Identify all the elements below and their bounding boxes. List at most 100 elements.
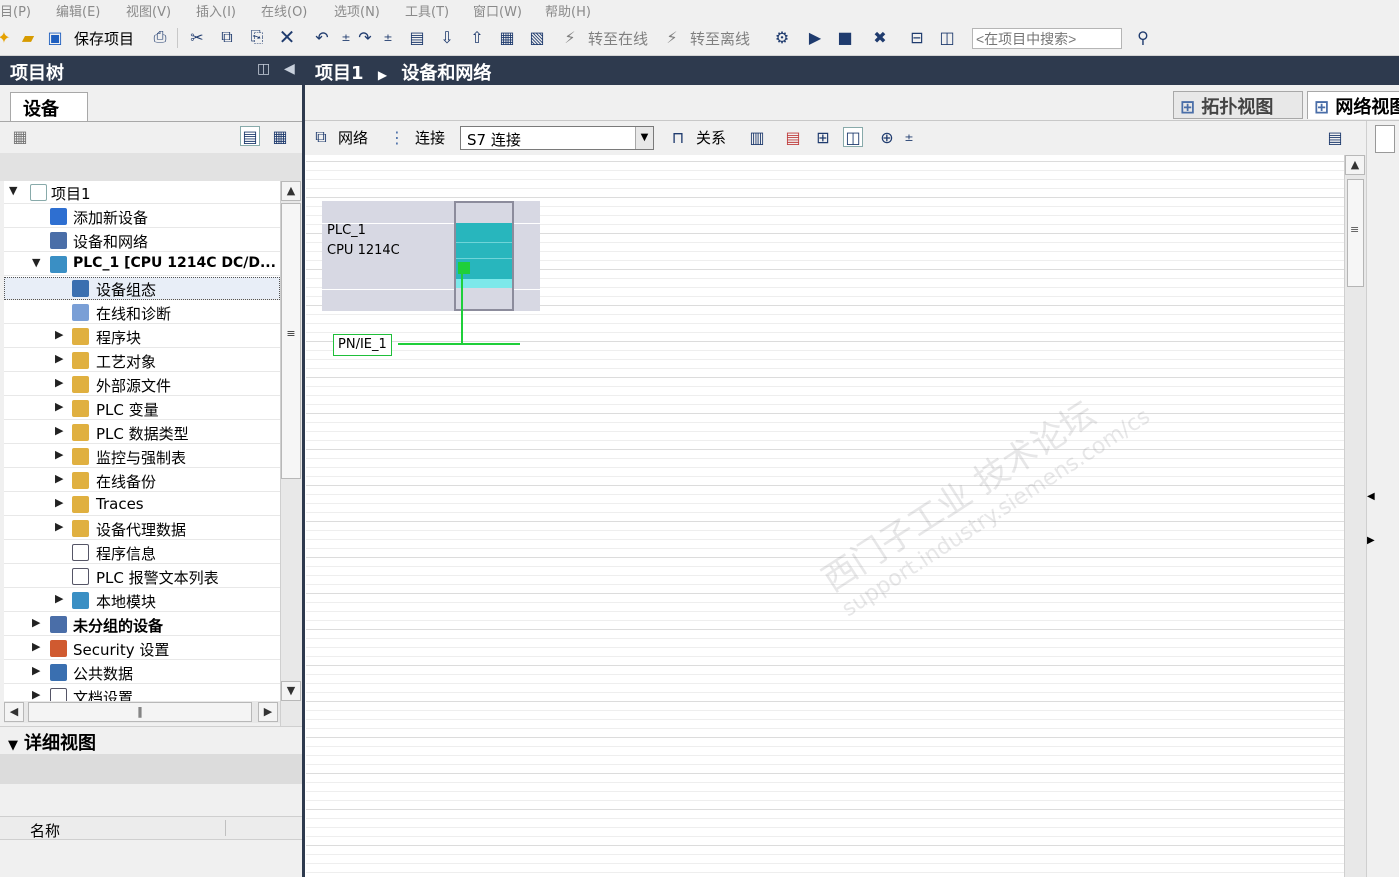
new-project-icon[interactable]: ✦ <box>0 27 14 47</box>
expand-arrow-icon[interactable]: ▶ <box>55 352 63 365</box>
menu-online[interactable]: 在线(O) <box>261 1 307 20</box>
tree-item-technology-objects[interactable]: ▶ 工艺对象 <box>4 349 280 372</box>
redo-icon[interactable]: ↷ <box>355 27 375 47</box>
undo-dropdown-icon[interactable]: ± <box>336 27 356 47</box>
expand-arrow-icon[interactable]: ▶ <box>55 400 63 413</box>
expand-arrow-icon[interactable]: ▶ <box>55 376 63 389</box>
collapse-panel-icon[interactable]: ▶ <box>1367 535 1375 546</box>
network-canvas[interactable]: PLC_1 CPU 1214C PN/IE_1 西门子工业 技术论坛 suppo… <box>306 155 1344 877</box>
expand-panel-icon[interactable]: ◀ <box>1367 491 1375 502</box>
expand-arrow-icon[interactable]: ▶ <box>55 448 63 461</box>
go-online-button[interactable]: 转至在线 <box>588 28 648 49</box>
expand-arrow-icon[interactable]: ▼ <box>9 184 17 197</box>
tree-item-alarm-texts[interactable]: PLC 报警文本列表 <box>4 565 280 588</box>
tree-item-common-data[interactable]: ▶ 公共数据 <box>4 661 280 684</box>
cross-reference-icon[interactable]: ✖ <box>870 27 890 47</box>
compile-icon[interactable]: ▤ <box>407 27 427 47</box>
tree-item-online-backups[interactable]: ▶ 在线备份 <box>4 469 280 492</box>
relations-icon[interactable]: ⊓ <box>668 127 688 147</box>
scroll-up-icon[interactable]: ▲ <box>281 181 301 201</box>
project-search-input[interactable] <box>972 28 1122 49</box>
redo-dropdown-icon[interactable]: ± <box>378 27 398 47</box>
column-name-label[interactable]: 名称 <box>30 820 60 841</box>
cut-icon[interactable]: ✂ <box>187 27 207 47</box>
expand-arrow-icon[interactable]: ▶ <box>55 472 63 485</box>
relations-button[interactable]: 关系 <box>696 127 726 148</box>
split-horizontal-icon[interactable]: ⊟ <box>907 27 927 47</box>
expand-arrow-icon[interactable]: ▶ <box>55 424 63 437</box>
expand-arrow-icon[interactable]: ▶ <box>32 616 40 629</box>
expand-arrow-icon[interactable]: ▶ <box>55 592 63 605</box>
overview-icon[interactable]: ▤ <box>240 126 260 146</box>
save-icon[interactable]: ▣ <box>45 27 65 47</box>
tree-item-project[interactable]: ▼ 项目1 <box>4 181 280 204</box>
tree-item-document-settings[interactable]: ▶ 文档设置 <box>4 685 280 701</box>
upload-icon[interactable]: ⇧ <box>467 27 487 47</box>
address-overview-icon[interactable]: ▤ <box>783 127 803 147</box>
expand-arrow-icon[interactable]: ▼ <box>32 256 40 269</box>
tree-item-plc[interactable]: ▼ PLC_1 [CPU 1214C DC/D... <box>4 253 280 276</box>
menu-view[interactable]: 视图(V) <box>126 1 171 20</box>
tree-item-security[interactable]: ▶ Security 设置 <box>4 637 280 660</box>
start-cpu-icon[interactable]: ▶ <box>805 27 825 47</box>
scroll-up-icon[interactable]: ▲ <box>1345 155 1365 175</box>
collapse-panel-icon[interactable]: ◀ <box>284 61 295 77</box>
table-view-icon[interactable]: ⊞ <box>813 127 833 147</box>
task-card-tab[interactable] <box>1375 125 1395 153</box>
menu-insert[interactable]: 插入(I) <box>196 1 236 20</box>
go-online-icon[interactable]: ⚡ <box>560 27 580 47</box>
menu-tools[interactable]: 工具(T) <box>405 1 449 20</box>
show-names-icon[interactable]: ▥ <box>747 127 767 147</box>
overview-navigation-icon[interactable]: ◫ <box>843 127 863 147</box>
network-button[interactable]: 网络 <box>338 127 368 148</box>
tree-vertical-scrollbar[interactable]: ▲ ≡ ▼ <box>280 181 302 756</box>
expand-arrow-icon[interactable]: ▶ <box>32 688 40 701</box>
tree-export-icon[interactable]: ▦ <box>270 126 290 146</box>
zoom-dropdown-icon[interactable]: ± <box>899 127 919 147</box>
expand-arrow-icon[interactable]: ▶ <box>32 640 40 653</box>
tab-devices[interactable]: 设备 <box>10 92 88 122</box>
tab-topology-view[interactable]: ⊞ 拓扑视图 <box>1173 91 1303 119</box>
tree-item-plc-data-types[interactable]: ▶ PLC 数据类型 <box>4 421 280 444</box>
panel-pin-icon[interactable]: ◫ <box>257 61 270 77</box>
properties-toggle-icon[interactable]: ▤ <box>1325 127 1345 147</box>
subnet-label[interactable]: PN/IE_1 <box>333 334 392 356</box>
open-project-icon[interactable]: ▰ <box>18 27 38 47</box>
connections-button[interactable]: 连接 <box>415 127 445 148</box>
collapse-detail-icon[interactable]: ▼ <box>8 738 18 753</box>
copy-icon[interactable]: ⧉ <box>217 27 237 47</box>
canvas-vertical-scrollbar[interactable]: ▲ ≡ <box>1344 155 1366 877</box>
cpu-module[interactable] <box>454 201 514 311</box>
tree-item-local-modules[interactable]: ▶ 本地模块 <box>4 589 280 612</box>
connections-mode-icon[interactable]: ⋮ <box>387 127 407 147</box>
delete-icon[interactable]: ✕ <box>277 25 297 49</box>
go-offline-button[interactable]: 转至离线 <box>690 28 750 49</box>
profinet-port[interactable] <box>458 262 470 274</box>
tree-item-proxy-data[interactable]: ▶ 设备代理数据 <box>4 517 280 540</box>
tree-item-program-blocks[interactable]: ▶ 程序块 <box>4 325 280 348</box>
stop-cpu-icon[interactable]: ■ <box>835 27 855 47</box>
detail-view-header[interactable]: ▼ 详细视图 <box>0 726 302 754</box>
chevron-down-icon[interactable]: ▼ <box>635 127 653 149</box>
start-simulation-icon[interactable]: ▦ <box>497 27 517 47</box>
accessible-devices-icon[interactable]: ⚙ <box>772 27 792 47</box>
go-offline-icon[interactable]: ⚡ <box>662 27 682 47</box>
tree-item-traces[interactable]: ▶ Traces <box>4 493 280 516</box>
scroll-left-icon[interactable]: ◀ <box>4 702 24 722</box>
menu-window[interactable]: 窗口(W) <box>473 1 522 20</box>
expand-arrow-icon[interactable]: ▶ <box>55 496 63 509</box>
menu-project[interactable]: 目(P) <box>0 1 31 20</box>
save-project-button[interactable]: 保存项目 <box>74 28 134 49</box>
plc-device[interactable]: PLC_1 CPU 1214C <box>322 201 540 311</box>
undo-icon[interactable]: ↶ <box>312 27 332 47</box>
tree-item-watch-tables[interactable]: ▶ 监控与强制表 <box>4 445 280 468</box>
search-project-icon[interactable]: ⚲ <box>1133 27 1153 47</box>
menu-options[interactable]: 选项(N) <box>334 1 380 20</box>
tree-item-plc-tags[interactable]: ▶ PLC 变量 <box>4 397 280 420</box>
scroll-right-icon[interactable]: ▶ <box>258 702 278 722</box>
menu-edit[interactable]: 编辑(E) <box>56 1 100 20</box>
expand-arrow-icon[interactable]: ▶ <box>55 328 63 341</box>
tree-item-add-device[interactable]: 添加新设备 <box>4 205 280 228</box>
paste-icon[interactable]: ⎘ <box>247 27 267 47</box>
scrollbar-thumb[interactable]: ‖ <box>28 702 252 722</box>
